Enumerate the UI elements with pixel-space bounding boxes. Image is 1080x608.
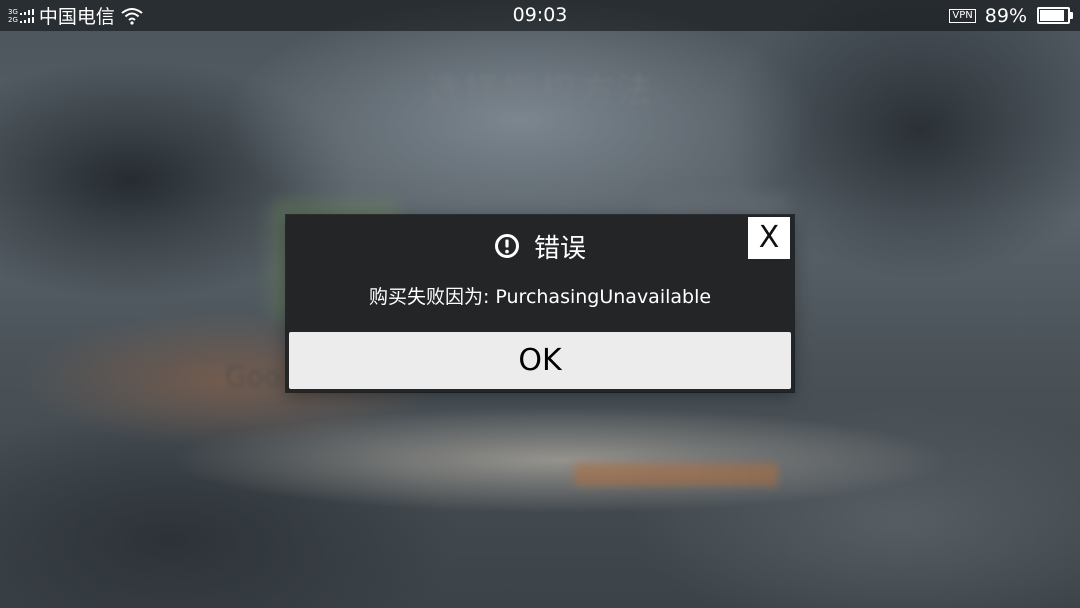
screen: 选择授权方法 Goo ▇▇▇▇▇▇▇▇▇▇▇▇ 3G 2G 中国电信 09:03… xyxy=(0,0,1080,608)
error-dialog: 错误 X 购买失败因为: PurchasingUnavailable OK xyxy=(286,215,794,392)
clock: 09:03 xyxy=(512,4,568,26)
vpn-badge: VPN xyxy=(949,8,976,23)
background-footer-text: ▇▇▇▇▇▇▇▇▇▇▇▇ xyxy=(575,462,779,487)
close-button[interactable]: X xyxy=(748,217,790,259)
dialog-title: 错误 xyxy=(533,233,586,264)
battery-tip xyxy=(1070,12,1073,19)
dialog-message: 购买失败因为: PurchasingUnavailable xyxy=(368,286,712,308)
battery-percent: 89% xyxy=(984,4,1027,27)
dialog-header: 错误 xyxy=(286,223,794,269)
ok-button[interactable]: OK xyxy=(289,332,791,389)
background-provider-label: Goo xyxy=(225,360,281,393)
status-bar-right: VPN 89% xyxy=(949,3,1073,28)
battery-icon xyxy=(1037,7,1073,24)
background-title: 选择授权方法 xyxy=(425,71,654,112)
battery-fill xyxy=(1040,10,1064,21)
alert-circle-icon xyxy=(494,234,519,258)
status-bar: 3G 2G 中国电信 09:03 VPN 89% xyxy=(0,0,1080,31)
